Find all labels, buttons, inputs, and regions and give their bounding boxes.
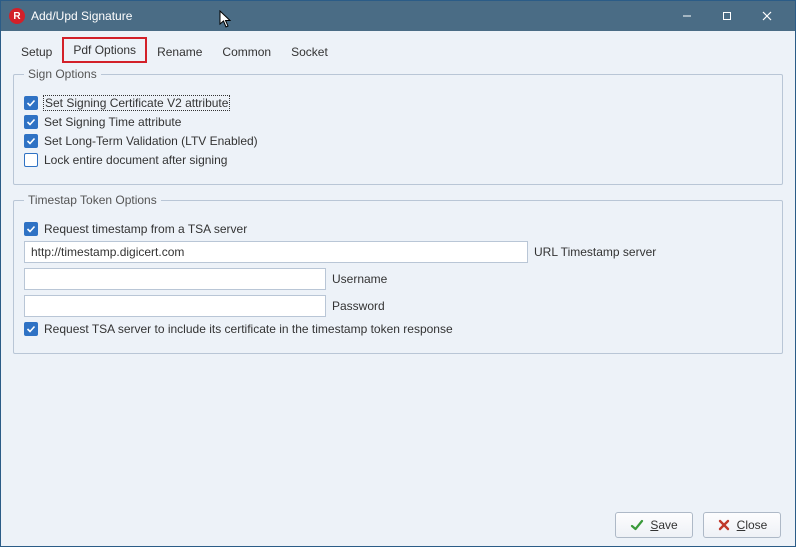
close-button-label: Close (737, 518, 768, 532)
tsa-url-label: URL Timestamp server (534, 245, 656, 259)
include-cert-checkbox[interactable] (24, 322, 38, 336)
save-button-label: Save (650, 518, 677, 532)
lock-doc-label: Lock entire document after signing (44, 153, 227, 167)
footer: Save Close (1, 504, 795, 546)
window-title: Add/Upd Signature (31, 9, 132, 23)
maximize-button[interactable] (707, 1, 747, 31)
sign-options-group: Sign Options Set Signing Certificate V2 … (13, 67, 783, 185)
check-icon (26, 224, 36, 234)
request-tsa-label: Request timestamp from a TSA server (44, 222, 247, 236)
minimize-button[interactable] (667, 1, 707, 31)
timestamp-options-group: Timestap Token Options Request timestamp… (13, 193, 783, 354)
save-button[interactable]: Save (615, 512, 693, 538)
check-icon (26, 136, 36, 146)
tsa-username-input[interactable] (24, 268, 326, 290)
tsa-password-label: Password (332, 299, 385, 313)
ltv-checkbox[interactable] (24, 134, 38, 148)
check-icon (26, 98, 36, 108)
ltv-label: Set Long-Term Validation (LTV Enabled) (44, 134, 258, 148)
tsa-url-input[interactable] (24, 241, 528, 263)
empty-space (13, 362, 783, 496)
check-icon (26, 324, 36, 334)
x-icon (717, 518, 731, 532)
cert-v2-label: Set Signing Certificate V2 attribute (44, 96, 229, 110)
tab-rename[interactable]: Rename (147, 40, 212, 63)
dialog-window: R Add/Upd Signature Setup Pdf Options Re… (0, 0, 796, 547)
tab-socket[interactable]: Socket (281, 40, 338, 63)
sign-options-legend: Sign Options (24, 67, 101, 81)
client-area: Sign Options Set Signing Certificate V2 … (1, 63, 795, 504)
timestamp-options-legend: Timestap Token Options (24, 193, 161, 207)
request-tsa-checkbox[interactable] (24, 222, 38, 236)
titlebar: R Add/Upd Signature (1, 1, 795, 31)
minimize-icon (682, 11, 692, 21)
lock-doc-checkbox[interactable] (24, 153, 38, 167)
maximize-icon (722, 11, 732, 21)
checkmark-icon (630, 518, 644, 532)
tab-strip: Setup Pdf Options Rename Common Socket (1, 31, 795, 63)
tsa-password-input[interactable] (24, 295, 326, 317)
close-button[interactable]: Close (703, 512, 781, 538)
tab-pdf-options[interactable]: Pdf Options (62, 37, 147, 63)
close-window-button[interactable] (747, 1, 787, 31)
app-icon: R (9, 8, 25, 24)
close-icon (762, 11, 772, 21)
include-cert-label: Request TSA server to include its certif… (44, 322, 453, 336)
tsa-username-label: Username (332, 272, 387, 286)
tab-common[interactable]: Common (212, 40, 281, 63)
sign-time-label: Set Signing Time attribute (44, 115, 181, 129)
tab-setup[interactable]: Setup (11, 40, 62, 63)
cert-v2-checkbox[interactable] (24, 96, 38, 110)
sign-time-checkbox[interactable] (24, 115, 38, 129)
check-icon (26, 117, 36, 127)
